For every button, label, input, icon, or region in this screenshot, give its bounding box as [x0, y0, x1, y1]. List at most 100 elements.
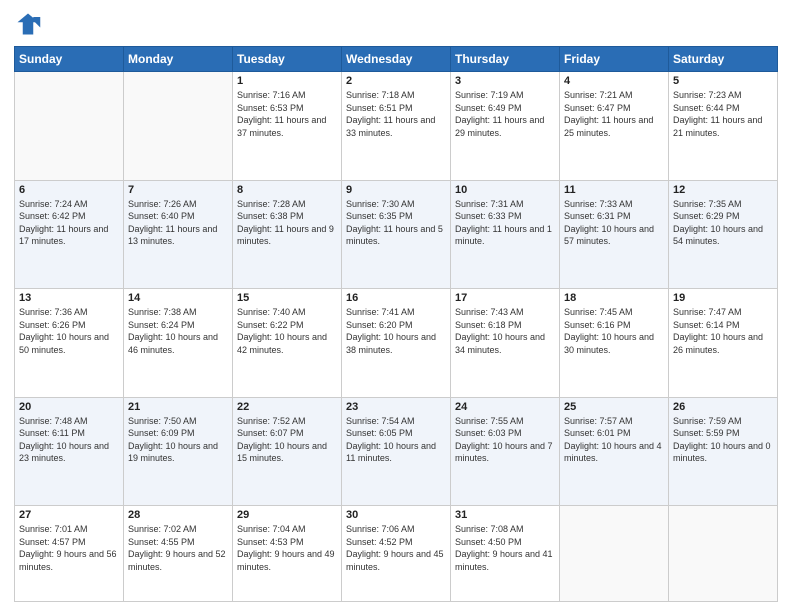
calendar-cell: 10 Sunrise: 7:31 AM Sunset: 6:33 PM Dayli… [451, 180, 560, 289]
calendar-cell: 27 Sunrise: 7:01 AM Sunset: 4:57 PM Dayli… [15, 506, 124, 602]
header [14, 10, 778, 38]
day-number: 12 [673, 184, 773, 196]
day-number: 21 [128, 401, 228, 413]
day-number: 2 [346, 75, 446, 87]
day-number: 31 [455, 509, 555, 521]
week-row-3: 13 Sunrise: 7:36 AM Sunset: 6:26 PM Dayli… [15, 289, 778, 398]
day-info: Sunrise: 7:23 AM Sunset: 6:44 PM Dayligh… [673, 89, 773, 139]
weekday-header-wednesday: Wednesday [342, 47, 451, 72]
calendar-cell: 16 Sunrise: 7:41 AM Sunset: 6:20 PM Dayli… [342, 289, 451, 398]
day-info: Sunrise: 7:18 AM Sunset: 6:51 PM Dayligh… [346, 89, 446, 139]
day-info: Sunrise: 7:04 AM Sunset: 4:53 PM Dayligh… [237, 523, 337, 573]
day-number: 22 [237, 401, 337, 413]
calendar-cell [124, 72, 233, 181]
day-info: Sunrise: 7:40 AM Sunset: 6:22 PM Dayligh… [237, 306, 337, 356]
day-number: 3 [455, 75, 555, 87]
day-number: 1 [237, 75, 337, 87]
day-number: 18 [564, 292, 664, 304]
day-info: Sunrise: 7:35 AM Sunset: 6:29 PM Dayligh… [673, 198, 773, 248]
logo-icon [14, 10, 42, 38]
calendar-cell: 13 Sunrise: 7:36 AM Sunset: 6:26 PM Dayli… [15, 289, 124, 398]
calendar-cell: 15 Sunrise: 7:40 AM Sunset: 6:22 PM Dayli… [233, 289, 342, 398]
week-row-4: 20 Sunrise: 7:48 AM Sunset: 6:11 PM Dayli… [15, 397, 778, 506]
day-number: 4 [564, 75, 664, 87]
week-row-5: 27 Sunrise: 7:01 AM Sunset: 4:57 PM Dayli… [15, 506, 778, 602]
day-info: Sunrise: 7:36 AM Sunset: 6:26 PM Dayligh… [19, 306, 119, 356]
day-info: Sunrise: 7:01 AM Sunset: 4:57 PM Dayligh… [19, 523, 119, 573]
day-number: 11 [564, 184, 664, 196]
page: SundayMondayTuesdayWednesdayThursdayFrid… [0, 0, 792, 612]
day-number: 29 [237, 509, 337, 521]
day-number: 13 [19, 292, 119, 304]
calendar-cell: 25Sunrise: 7:57 AM Sunset: 6:01 PM Dayli… [560, 397, 669, 506]
weekday-header-thursday: Thursday [451, 47, 560, 72]
day-info: Sunrise: 7:26 AM Sunset: 6:40 PM Dayligh… [128, 198, 228, 248]
calendar-cell: 19 Sunrise: 7:47 AM Sunset: 6:14 PM Dayli… [669, 289, 778, 398]
day-info: Sunrise: 7:24 AM Sunset: 6:42 PM Dayligh… [19, 198, 119, 248]
day-number: 27 [19, 509, 119, 521]
day-number: 9 [346, 184, 446, 196]
day-number: 8 [237, 184, 337, 196]
day-info: Sunrise: 7:16 AM Sunset: 6:53 PM Dayligh… [237, 89, 337, 139]
day-number: 28 [128, 509, 228, 521]
day-info: Sunrise: 7:30 AM Sunset: 6:35 PM Dayligh… [346, 198, 446, 248]
calendar-cell: 2 Sunrise: 7:18 AM Sunset: 6:51 PM Daylig… [342, 72, 451, 181]
week-row-2: 6 Sunrise: 7:24 AM Sunset: 6:42 PM Daylig… [15, 180, 778, 289]
weekday-header-sunday: Sunday [15, 47, 124, 72]
day-number: 17 [455, 292, 555, 304]
weekday-header-tuesday: Tuesday [233, 47, 342, 72]
day-info: Sunrise: 7:47 AM Sunset: 6:14 PM Dayligh… [673, 306, 773, 356]
day-number: 10 [455, 184, 555, 196]
day-number: 16 [346, 292, 446, 304]
day-info: Sunrise: 7:59 AM Sunset: 5:59 PM Dayligh… [673, 415, 773, 465]
day-info: Sunrise: 7:28 AM Sunset: 6:38 PM Dayligh… [237, 198, 337, 248]
day-info: Sunrise: 7:41 AM Sunset: 6:20 PM Dayligh… [346, 306, 446, 356]
day-info: Sunrise: 7:38 AM Sunset: 6:24 PM Dayligh… [128, 306, 228, 356]
calendar-cell: 9 Sunrise: 7:30 AM Sunset: 6:35 PM Daylig… [342, 180, 451, 289]
day-info: Sunrise: 7:55 AM Sunset: 6:03 PM Dayligh… [455, 415, 555, 465]
calendar-cell: 21Sunrise: 7:50 AM Sunset: 6:09 PM Dayli… [124, 397, 233, 506]
calendar-table: SundayMondayTuesdayWednesdayThursdayFrid… [14, 46, 778, 602]
day-number: 20 [19, 401, 119, 413]
calendar-cell [560, 506, 669, 602]
calendar-cell: 7 Sunrise: 7:26 AM Sunset: 6:40 PM Daylig… [124, 180, 233, 289]
calendar-cell: 31Sunrise: 7:08 AM Sunset: 4:50 PM Dayli… [451, 506, 560, 602]
calendar-cell: 1 Sunrise: 7:16 AM Sunset: 6:53 PM Daylig… [233, 72, 342, 181]
calendar-cell: 26 Sunrise: 7:59 AM Sunset: 5:59 PM Dayli… [669, 397, 778, 506]
weekday-header-monday: Monday [124, 47, 233, 72]
day-number: 6 [19, 184, 119, 196]
day-info: Sunrise: 7:33 AM Sunset: 6:31 PM Dayligh… [564, 198, 664, 248]
calendar-cell: 18Sunrise: 7:45 AM Sunset: 6:16 PM Dayli… [560, 289, 669, 398]
calendar-cell: 30Sunrise: 7:06 AM Sunset: 4:52 PM Dayli… [342, 506, 451, 602]
calendar-cell: 5 Sunrise: 7:23 AM Sunset: 6:44 PM Daylig… [669, 72, 778, 181]
day-info: Sunrise: 7:19 AM Sunset: 6:49 PM Dayligh… [455, 89, 555, 139]
day-number: 23 [346, 401, 446, 413]
weekday-header-saturday: Saturday [669, 47, 778, 72]
calendar-cell: 6 Sunrise: 7:24 AM Sunset: 6:42 PM Daylig… [15, 180, 124, 289]
day-number: 24 [455, 401, 555, 413]
day-number: 26 [673, 401, 773, 413]
calendar-cell: 8 Sunrise: 7:28 AM Sunset: 6:38 PM Daylig… [233, 180, 342, 289]
calendar-cell: 29 Sunrise: 7:04 AM Sunset: 4:53 PM Dayli… [233, 506, 342, 602]
calendar-cell [15, 72, 124, 181]
calendar-cell: 17 Sunrise: 7:43 AM Sunset: 6:18 PM Dayli… [451, 289, 560, 398]
day-number: 15 [237, 292, 337, 304]
calendar-cell: 14Sunrise: 7:38 AM Sunset: 6:24 PM Dayli… [124, 289, 233, 398]
calendar-cell: 11 Sunrise: 7:33 AM Sunset: 6:31 PM Dayli… [560, 180, 669, 289]
logo [14, 10, 46, 38]
day-info: Sunrise: 7:54 AM Sunset: 6:05 PM Dayligh… [346, 415, 446, 465]
calendar-cell: 20 Sunrise: 7:48 AM Sunset: 6:11 PM Dayli… [15, 397, 124, 506]
day-info: Sunrise: 7:31 AM Sunset: 6:33 PM Dayligh… [455, 198, 555, 248]
day-info: Sunrise: 7:02 AM Sunset: 4:55 PM Dayligh… [128, 523, 228, 573]
day-info: Sunrise: 7:06 AM Sunset: 4:52 PM Dayligh… [346, 523, 446, 573]
calendar-cell: 28 Sunrise: 7:02 AM Sunset: 4:55 PM Dayli… [124, 506, 233, 602]
day-info: Sunrise: 7:48 AM Sunset: 6:11 PM Dayligh… [19, 415, 119, 465]
day-info: Sunrise: 7:43 AM Sunset: 6:18 PM Dayligh… [455, 306, 555, 356]
weekday-header-friday: Friday [560, 47, 669, 72]
calendar-cell [669, 506, 778, 602]
day-number: 5 [673, 75, 773, 87]
week-row-1: 1 Sunrise: 7:16 AM Sunset: 6:53 PM Daylig… [15, 72, 778, 181]
day-number: 7 [128, 184, 228, 196]
calendar-cell: 12 Sunrise: 7:35 AM Sunset: 6:29 PM Dayli… [669, 180, 778, 289]
day-number: 19 [673, 292, 773, 304]
